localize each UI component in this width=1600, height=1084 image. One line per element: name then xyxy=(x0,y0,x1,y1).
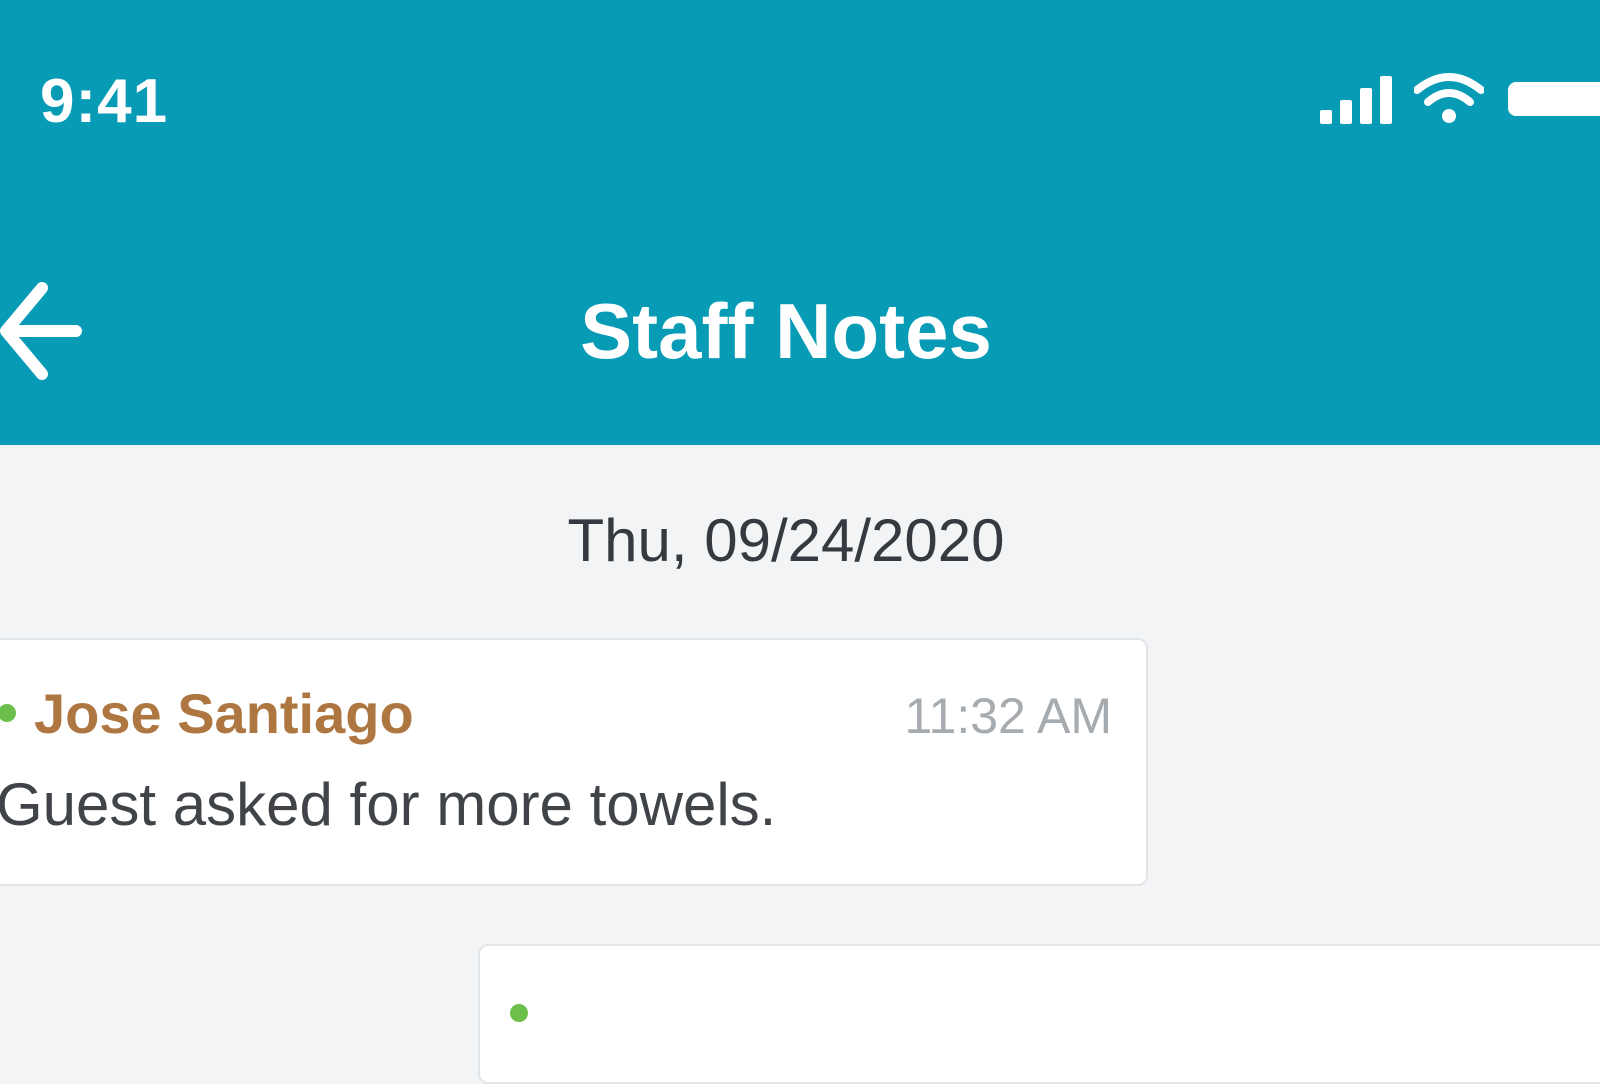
note-timestamp: 11:32 AM xyxy=(904,688,1112,744)
online-status-dot xyxy=(510,1004,528,1022)
staff-note-card[interactable] xyxy=(0,638,1148,886)
app-header: 9:41 Staff Notes xyxy=(0,0,1600,445)
page-title: Staff Notes xyxy=(580,287,992,375)
date-separator: Thu, 09/24/2020 xyxy=(567,507,1005,574)
battery-icon xyxy=(1508,82,1600,116)
cellular-signal-icon xyxy=(1320,76,1392,124)
wifi-icon xyxy=(1414,73,1484,123)
staff-note-card[interactable] xyxy=(478,944,1600,1084)
note-author: Jose Santiago xyxy=(34,682,414,745)
note-text: Guest asked for more towels. xyxy=(0,771,777,838)
status-bar-time: 9:41 xyxy=(40,67,169,136)
